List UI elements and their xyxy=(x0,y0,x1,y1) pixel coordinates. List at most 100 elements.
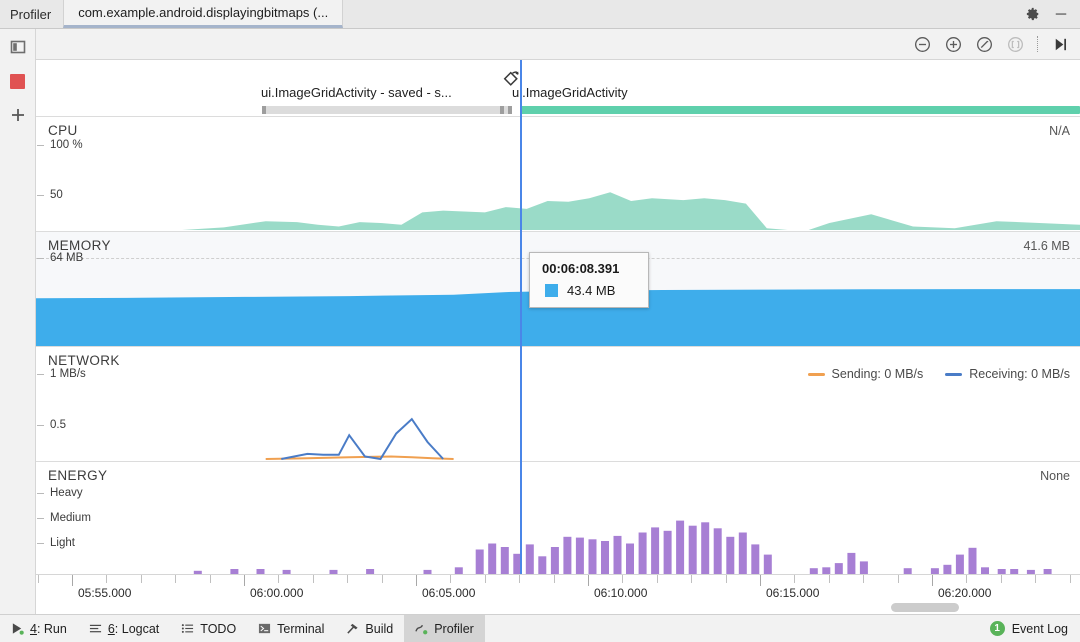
activity-notch-a xyxy=(500,106,504,114)
terminal-icon xyxy=(258,622,271,635)
status-run-label: 4: Run xyxy=(30,622,67,636)
reset-zoom-button[interactable] xyxy=(975,35,994,54)
activity-bar-saved[interactable] xyxy=(262,106,512,114)
tabbar-actions xyxy=(1026,0,1080,28)
time-tick-minor xyxy=(106,575,107,583)
activity-label-2: ui.ImageGridActivity xyxy=(512,85,628,100)
time-tick-minor xyxy=(1070,575,1071,583)
status-build[interactable]: Build xyxy=(335,615,404,642)
time-tick-major xyxy=(244,575,245,586)
time-tick-minor xyxy=(38,575,39,583)
energy-panel[interactable]: ENERGY None Heavy Medium Light xyxy=(36,462,1080,574)
time-tick-major xyxy=(588,575,589,586)
time-tick-major xyxy=(760,575,761,586)
jump-to-live-button[interactable] xyxy=(1051,35,1070,54)
timeline-toolbar xyxy=(36,29,1080,60)
stop-recording-icon[interactable] xyxy=(8,71,28,91)
time-tick-major xyxy=(72,575,73,586)
activity-notch-b xyxy=(508,106,512,114)
status-logcat-label: 6: Logcat xyxy=(108,622,159,636)
add-session-icon[interactable] xyxy=(8,105,28,125)
time-tick-major xyxy=(416,575,417,586)
status-build-label: Build xyxy=(365,621,394,636)
todo-icon xyxy=(181,622,194,635)
time-tick-label: 06:00.000 xyxy=(250,586,304,600)
time-tick-label: 06:10.000 xyxy=(594,586,648,600)
cpu-area-chart xyxy=(36,192,1080,230)
time-tick-minor xyxy=(347,575,348,583)
time-tick-minor xyxy=(622,575,623,583)
time-tick-minor xyxy=(313,575,314,583)
time-tick-minor xyxy=(794,575,795,583)
profiler-title: Profiler xyxy=(0,0,64,28)
time-tick-label: 06:15.000 xyxy=(766,586,820,600)
toolbar-separator xyxy=(1037,36,1039,52)
time-tick-minor xyxy=(278,575,279,583)
time-tick-label: 06:05.000 xyxy=(422,586,476,600)
time-axis[interactable]: 05:55.000 06:00.000 06:05.000 06:10.000 06:1… xyxy=(36,574,1080,614)
time-tick-minor xyxy=(1001,575,1002,583)
time-tick-minor xyxy=(1035,575,1036,583)
tooltip-timestamp: 00:06:08.391 xyxy=(542,261,620,276)
time-tick-minor xyxy=(210,575,211,583)
event-log-count: 1 xyxy=(989,621,1005,636)
time-tick-minor xyxy=(726,575,727,583)
scrollbar-thumb[interactable] xyxy=(891,603,959,612)
event-band[interactable]: ui.ImageGridActivity - saved - s... ui.I… xyxy=(36,60,1080,117)
timeline-playhead[interactable] xyxy=(520,60,522,574)
memory-tooltip: 00:06:08.391 43.4 MB xyxy=(529,252,649,308)
status-run-num: 4 xyxy=(30,621,37,636)
time-tick-minor xyxy=(966,575,967,583)
time-tick-minor xyxy=(519,575,520,583)
profiler-tabbar: Profiler com.example.android.displayingb… xyxy=(0,0,1080,29)
profiler-main: ui.ImageGridActivity - saved - s... ui.I… xyxy=(0,29,1080,614)
run-icon xyxy=(11,622,24,635)
time-tick-label: 05:55.000 xyxy=(78,586,132,600)
profiler-content: ui.ImageGridActivity - saved - s... ui.I… xyxy=(36,29,1080,614)
time-tick-minor xyxy=(829,575,830,583)
network-line-chart xyxy=(265,417,454,461)
time-tick-major xyxy=(932,575,933,586)
event-log-label: Event Log xyxy=(1011,621,1068,636)
network-panel[interactable]: NETWORK 1 MB/s 0.5 Sending: 0 MB/s Recei… xyxy=(36,347,1080,462)
status-run-text: : Run xyxy=(36,621,67,636)
stop-square xyxy=(10,73,25,89)
time-tick-minor xyxy=(657,575,658,583)
status-logcat[interactable]: 6: Logcat xyxy=(78,615,170,642)
minimize-icon[interactable] xyxy=(1054,7,1068,21)
activity-bar-active[interactable] xyxy=(520,106,1080,114)
status-logcat-text: : Logcat xyxy=(114,621,160,636)
status-run[interactable]: 4: Run xyxy=(0,615,78,642)
time-tick-minor xyxy=(485,575,486,583)
energy-bar-chart xyxy=(193,520,1052,574)
timeline-scrollbar[interactable] xyxy=(36,603,1080,612)
event-log-button[interactable]: 1 Event Log xyxy=(978,615,1080,642)
time-tick-minor xyxy=(554,575,555,583)
status-terminal-label: Terminal xyxy=(277,621,325,636)
logcat-icon xyxy=(89,622,102,635)
timeline-body[interactable]: ui.ImageGridActivity - saved - s... ui.I… xyxy=(36,60,1080,574)
zoom-to-selection-button[interactable] xyxy=(1006,35,1025,54)
time-tick-minor xyxy=(175,575,176,583)
session-tab[interactable]: com.example.android.displayingbitmaps (.… xyxy=(63,0,344,28)
status-terminal[interactable]: Terminal xyxy=(247,615,335,642)
time-tick-minor xyxy=(382,575,383,583)
zoom-in-button[interactable] xyxy=(944,35,963,54)
status-profiler[interactable]: Profiler xyxy=(404,615,485,642)
toggle-sessions-panel-icon[interactable] xyxy=(8,37,28,57)
status-todo[interactable]: TODO xyxy=(170,615,247,642)
time-tick-minor xyxy=(141,575,142,583)
tooltip-row: 43.4 MB xyxy=(542,283,636,298)
gear-icon[interactable] xyxy=(1026,7,1040,21)
sessions-rail xyxy=(0,29,36,614)
status-logcat-num: 6 xyxy=(107,621,115,636)
profiler-icon xyxy=(415,622,428,635)
zoom-out-button[interactable] xyxy=(913,35,932,54)
status-todo-label: TODO xyxy=(200,621,237,636)
time-tick-minor xyxy=(898,575,899,583)
time-tick-label: 06:20.000 xyxy=(938,586,992,600)
tooltip-swatch xyxy=(545,284,558,297)
build-hammer-icon xyxy=(346,622,359,635)
time-tick-minor xyxy=(691,575,692,583)
cpu-panel[interactable]: CPU N/A 100 % 50 xyxy=(36,117,1080,232)
